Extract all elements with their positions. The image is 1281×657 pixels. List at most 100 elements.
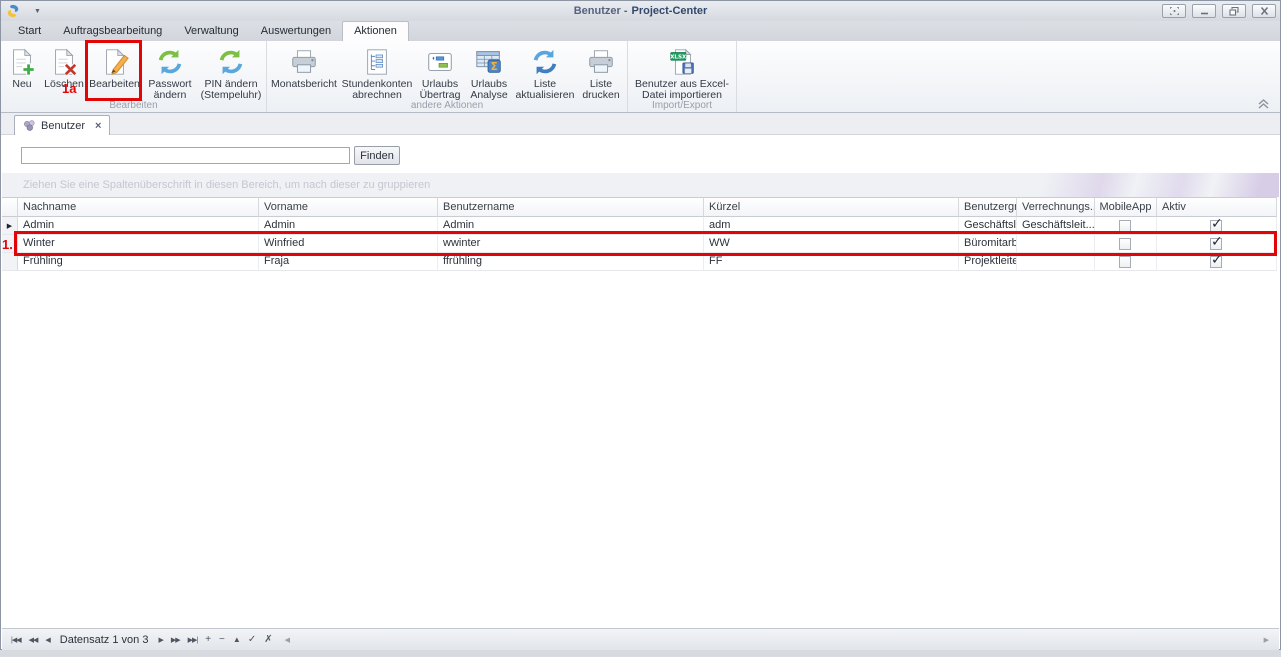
tab-close-icon[interactable]: × [95, 120, 101, 132]
window-title: Benutzer -Project-Center [1, 5, 1280, 17]
printer-icon [289, 46, 319, 78]
cell-vorname: Winfried [259, 235, 438, 253]
aktiv-checkbox[interactable]: ✓ [1210, 237, 1223, 250]
ribbon-tab-verwaltung[interactable]: Verwaltung [173, 22, 249, 41]
printer-icon [586, 46, 616, 78]
annotation-label-1a: 1a [62, 81, 76, 96]
ribbon-button-label: Urlaubs Übertrag [415, 79, 465, 101]
pin-aendern-button[interactable]: PIN ändern (Stempeluhr) [198, 44, 264, 102]
restore-icon [1229, 7, 1239, 16]
stundenkonten-abrechnen-button[interactable]: Stundenkonten abrechnen [339, 44, 415, 102]
close-button[interactable] [1252, 4, 1276, 18]
column-header-kuerzel[interactable]: Kürzel [704, 197, 959, 217]
hscroll-right-arrow-icon[interactable]: ▶ [1264, 636, 1269, 644]
nav-prev-record-button[interactable]: ◀ [41, 633, 53, 647]
search-input[interactable] [21, 147, 350, 164]
new-document-icon [7, 46, 37, 78]
nav-first-record-button[interactable]: |◀◀ [7, 633, 25, 647]
column-header-verrechnungsgruppe[interactable]: Verrechnungs... [1017, 197, 1095, 217]
ribbon-tab-bar: Start Auftragsbearbeitung Verwaltung Aus… [1, 21, 1280, 41]
ribbon-button-label: Neu [12, 79, 31, 90]
fullscreen-icon [1170, 7, 1179, 15]
ribbon-tab-auftragsbearbeitung[interactable]: Auftragsbearbeitung [52, 22, 173, 41]
nav-cancel-edit-button[interactable]: ✗ [260, 631, 276, 648]
table-row-fruehling[interactable]: Frühling Fraja ffrühling FF Projektleite… [2, 253, 1278, 271]
ribbon-button-label: Urlaubs Analyse [465, 79, 513, 101]
ribbon-tab-start[interactable]: Start [7, 22, 52, 41]
xlsx-import-icon: XLSX [667, 46, 697, 78]
cell-vorname: Admin [259, 217, 438, 235]
gantt-icon [425, 46, 455, 78]
fullscreen-button[interactable] [1162, 4, 1186, 18]
cell-verrechnungsgruppe [1017, 235, 1095, 253]
minimize-icon [1200, 7, 1209, 15]
column-header-benutzergruppe[interactable]: Benutzergrup... [959, 197, 1017, 217]
nav-next-record-button[interactable]: ▶ [154, 633, 166, 647]
check-icon: ✓ [1211, 253, 1223, 268]
svg-text:XLSX: XLSX [670, 55, 687, 61]
column-header-vorname[interactable]: Vorname [259, 197, 438, 217]
cell-nachname: Frühling [18, 253, 259, 271]
collapse-ribbon-chevron-icon[interactable] [1257, 98, 1270, 109]
cell-kuerzel: WW [704, 235, 959, 253]
passwort-aendern-button[interactable]: Passwort ändern [142, 44, 198, 102]
aktiv-checkbox[interactable]: ✓ [1210, 255, 1223, 268]
record-position-text: Datensatz 1 von 3 [60, 634, 149, 646]
ribbon-tab-aktionen[interactable]: Aktionen [342, 21, 409, 42]
restore-button[interactable] [1222, 4, 1246, 18]
row-indicator-header [2, 197, 18, 217]
mobileapp-checkbox[interactable] [1119, 219, 1132, 232]
search-panel: Finden [2, 135, 1279, 173]
liste-aktualisieren-button[interactable]: Liste aktualisieren [513, 44, 577, 102]
ribbon-group-import-export: XLSX Benutzer aus Excel-Datei importiere… [628, 41, 737, 112]
mobileapp-checkbox[interactable] [1119, 237, 1132, 250]
nav-next-page-button[interactable]: ▶▶ [167, 633, 184, 647]
neu-button[interactable]: Neu [3, 44, 41, 102]
group-panel-decoration [1019, 173, 1279, 197]
cell-mobileapp [1095, 253, 1157, 271]
application-window: ▼ Benutzer -Project-Center [0, 0, 1281, 657]
cell-benutzergruppe: Projektleiter [959, 253, 1017, 271]
tab-benutzer[interactable]: Benutzer × [14, 115, 110, 135]
finden-button[interactable]: Finden [354, 146, 400, 165]
urlaubs-uebertrag-button[interactable]: Urlaubs Übertrag [415, 44, 465, 102]
column-header-benutzername[interactable]: Benutzername [438, 197, 704, 217]
ribbon-button-label: PIN ändern (Stempeluhr) [198, 79, 264, 101]
nav-edit-button[interactable]: ▲ [229, 632, 244, 647]
cell-kuerzel: adm [704, 217, 959, 235]
cell-aktiv: ✓ [1157, 253, 1277, 271]
cell-vorname: Fraja [259, 253, 438, 271]
mobileapp-checkbox[interactable] [1119, 255, 1132, 268]
table-row-admin[interactable]: ▶ Admin Admin Admin adm Geschäftsleit...… [2, 217, 1278, 235]
hscroll-left-arrow-icon[interactable]: ◀ [285, 636, 290, 644]
ribbon-group-andere-aktionen: Monatsbericht Stundenkonten abrech [267, 41, 628, 112]
table-row-winter[interactable]: Winter Winfried wwinter WW Büromitarbeit… [2, 235, 1278, 253]
nav-end-edit-button[interactable]: ✓ [244, 631, 260, 648]
benutzer-excel-import-button[interactable]: XLSX Benutzer aus Excel-Datei importiere… [630, 44, 734, 102]
liste-drucken-button[interactable]: Liste drucken [577, 44, 625, 102]
nav-last-record-button[interactable]: ▶▶| [184, 633, 202, 647]
urlaubs-analyse-button[interactable]: Σ Urlaubs Analyse [465, 44, 513, 102]
bearbeiten-button[interactable]: Bearbeiten [87, 44, 142, 102]
minimize-button[interactable] [1192, 4, 1216, 18]
column-header-nachname[interactable]: Nachname [18, 197, 259, 217]
nav-append-button[interactable]: + [201, 631, 215, 648]
nav-delete-button[interactable]: − [215, 631, 229, 648]
nav-prev-page-button[interactable]: ◀◀ [25, 633, 42, 647]
column-header-mobileapp[interactable]: MobileApp [1095, 197, 1157, 217]
cell-aktiv: ✓ [1157, 217, 1277, 235]
cell-kuerzel: FF [704, 253, 959, 271]
window-title-context: Benutzer - [574, 5, 628, 17]
monatsbericht-button[interactable]: Monatsbericht [269, 44, 339, 102]
cell-benutzername: ffrühling [438, 253, 704, 271]
column-header-aktiv[interactable]: Aktiv [1157, 197, 1277, 217]
refresh-green-icon [216, 46, 246, 78]
cell-nachname: Winter [18, 235, 259, 253]
ribbon-tab-auswertungen[interactable]: Auswertungen [250, 22, 342, 41]
report-tree-icon [362, 46, 392, 78]
ribbon-button-label: Liste aktualisieren [513, 79, 577, 101]
document-tab-bar: Benutzer × [1, 113, 1280, 135]
aktiv-checkbox[interactable]: ✓ [1210, 219, 1223, 232]
group-by-panel[interactable]: Ziehen Sie eine Spaltenüberschrift in di… [2, 173, 1279, 197]
ribbon-group-bearbeiten: Neu Löschen [1, 41, 267, 112]
